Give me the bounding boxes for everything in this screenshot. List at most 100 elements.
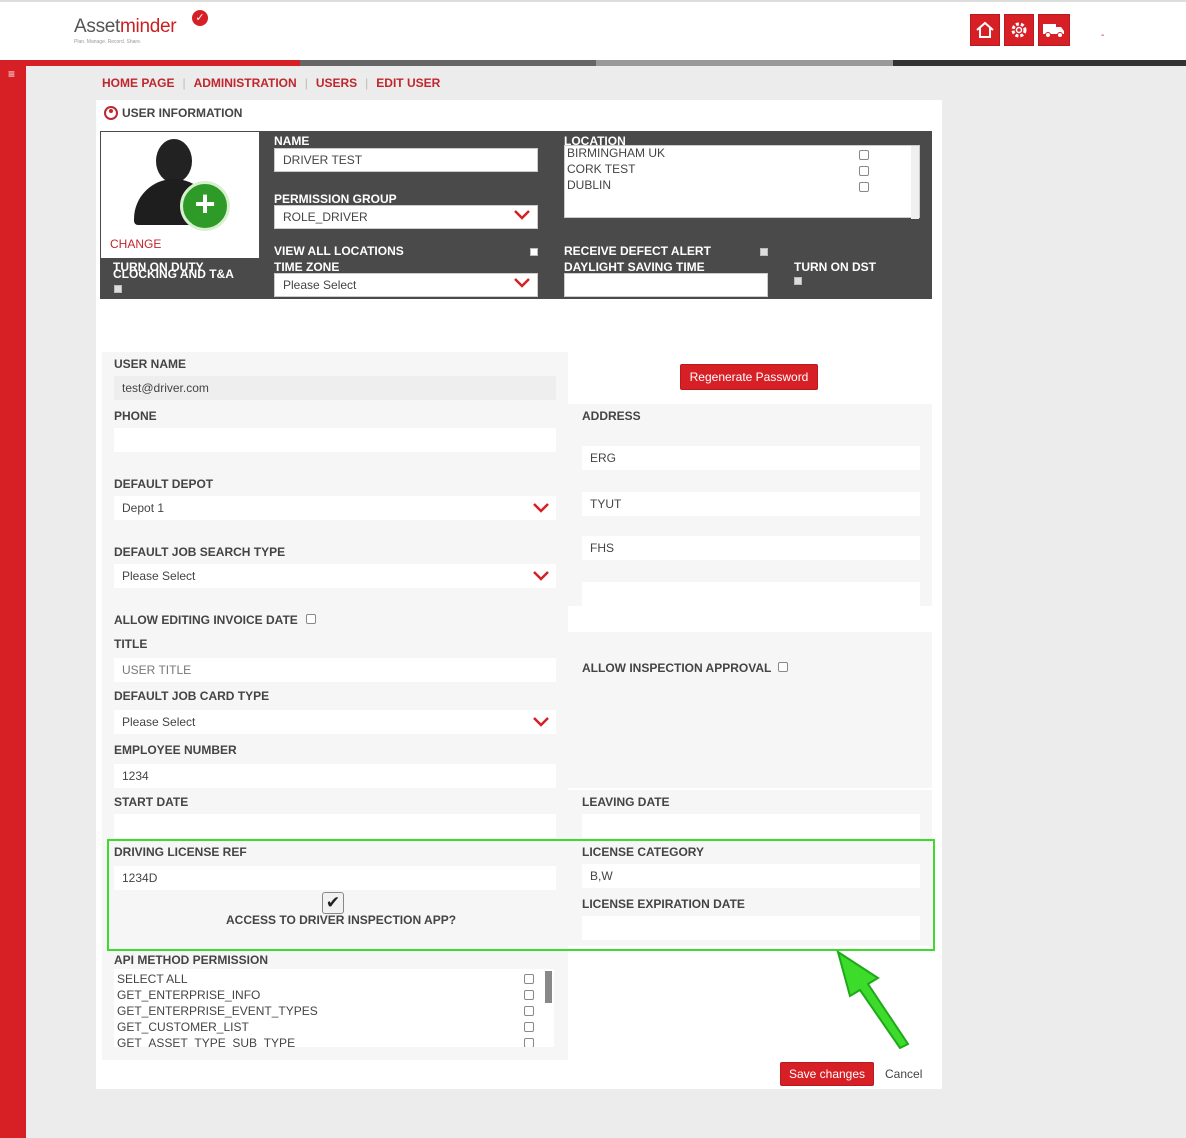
inspection-approval-section: [568, 632, 932, 788]
breadcrumb-administration[interactable]: ADMINISTRATION: [194, 76, 297, 90]
chevron-down-icon: [533, 503, 549, 513]
location-item: DUBLIN: [567, 178, 612, 192]
permission-group-select[interactable]: ROLE_DRIVER: [274, 205, 538, 229]
api-item-checkbox[interactable]: [524, 974, 534, 984]
location-checkbox[interactable]: [859, 182, 869, 192]
api-permission-list[interactable]: SELECT ALL GET_ENTERPRISE_INFO GET_ENTER…: [114, 969, 554, 1047]
change-photo-link[interactable]: CHANGE: [110, 237, 161, 251]
api-item-checkbox[interactable]: [524, 1038, 534, 1047]
start-date-field[interactable]: [114, 814, 556, 838]
turn-on-dst-label: TURN ON DST: [794, 260, 876, 274]
title-field[interactable]: USER TITLE: [114, 658, 556, 682]
name-label: NAME: [274, 134, 310, 148]
allow-inspection-approval-label: ALLOW INSPECTION APPROVAL: [582, 661, 772, 675]
logo[interactable]: Assetminder ✓ Plan. Manage. Record. Shar…: [74, 10, 208, 45]
api-item-checkbox[interactable]: [524, 990, 534, 1000]
leaving-date-label: LEAVING DATE: [582, 795, 670, 809]
start-date-label: START DATE: [114, 795, 189, 809]
timezone-value: Please Select: [283, 278, 357, 292]
address-line-3[interactable]: FHS: [582, 536, 920, 560]
left-sidebar: [0, 66, 26, 1138]
api-item-checkbox[interactable]: [524, 1022, 534, 1032]
chevron-down-icon: [533, 571, 549, 581]
leaving-date-field[interactable]: [582, 814, 920, 838]
api-item: GET_ASSET_TYPE_SUB_TYPE: [117, 1036, 296, 1047]
allow-inspection-approval-checkbox[interactable]: [778, 662, 788, 672]
job-search-type-label: DEFAULT JOB SEARCH TYPE: [114, 545, 286, 559]
truck-icon[interactable]: [1038, 14, 1070, 46]
api-list-scrollbar[interactable]: [545, 971, 552, 1003]
receive-defect-alert-checkbox[interactable]: [760, 248, 768, 256]
job-search-type-select[interactable]: Please Select: [114, 564, 556, 588]
default-depot-value: Depot 1: [122, 501, 165, 515]
logo-tagline: Plan. Manage. Record. Share.: [74, 39, 142, 45]
phone-label: PHONE: [114, 409, 157, 423]
api-item: GET_ENTERPRISE_EVENT_TYPES: [117, 1004, 318, 1018]
api-item-checkbox[interactable]: [524, 1006, 534, 1016]
allow-editing-invoice-date-checkbox[interactable]: [306, 614, 316, 624]
job-card-type-select[interactable]: Please Select: [114, 710, 556, 734]
user-header-form: + CHANGE TURN ON DUTY CLOCKING AND T&A N…: [100, 131, 932, 299]
view-all-locations-label: VIEW ALL LOCATIONS: [274, 244, 404, 258]
username-field[interactable]: test@driver.com: [114, 376, 556, 400]
permission-group-value: ROLE_DRIVER: [283, 210, 368, 224]
location-scrollbar[interactable]: [911, 146, 919, 219]
breadcrumb-users[interactable]: USERS: [316, 76, 357, 90]
address-line-2[interactable]: TYUT: [582, 492, 920, 516]
top-icon-group: [970, 14, 1070, 46]
location-item: BIRMINGHAM UK: [567, 146, 666, 160]
timezone-label: TIME ZONE: [274, 260, 340, 274]
check-icon: ✓: [192, 10, 208, 26]
highlight-box: [107, 839, 935, 951]
cancel-link[interactable]: Cancel: [885, 1067, 922, 1081]
panel-header: USER INFORMATION: [104, 106, 242, 120]
chevron-down-icon: [514, 278, 530, 288]
location-checkbox[interactable]: [859, 150, 869, 160]
save-changes-button[interactable]: Save changes: [780, 1062, 874, 1086]
name-input[interactable]: DRIVER TEST: [274, 148, 538, 172]
daylight-saving-time-label: DAYLIGHT SAVING TIME: [564, 260, 705, 274]
address-line-4[interactable]: [582, 582, 920, 606]
gear-icon[interactable]: [1004, 14, 1034, 46]
logo-text: Assetminder: [74, 16, 177, 37]
chevron-down-icon: [533, 717, 549, 727]
location-list[interactable]: BIRMINGHAM UK CORK TEST DUBLIN: [564, 145, 920, 219]
hamburger-icon[interactable]: ≡: [8, 68, 15, 80]
breadcrumb-separator: |: [365, 76, 369, 90]
address-line-1[interactable]: ERG: [582, 446, 920, 470]
breadcrumb-separator: |: [182, 76, 186, 90]
breadcrumb-home[interactable]: HOME PAGE: [102, 76, 174, 90]
default-depot-label: DEFAULT DEPOT: [114, 477, 214, 491]
daylight-saving-time-input[interactable]: [564, 273, 768, 297]
breadcrumb-edit-user[interactable]: EDIT USER: [376, 76, 440, 90]
api-item: SELECT ALL: [117, 972, 188, 986]
api-item: GET_ENTERPRISE_INFO: [117, 988, 261, 1002]
avatar-placeholder-icon[interactable]: +: [134, 139, 230, 231]
view-all-locations-checkbox[interactable]: [530, 248, 538, 256]
regenerate-password-button[interactable]: Regenerate Password: [680, 364, 818, 390]
clocking-checkbox[interactable]: [114, 285, 122, 293]
permission-group-label: PERMISSION GROUP: [274, 192, 397, 206]
chevron-down-icon: [514, 210, 530, 220]
phone-field[interactable]: [114, 428, 556, 452]
top-bar: Assetminder ✓ Plan. Manage. Record. Shar…: [0, 0, 1186, 60]
receive-defect-alert-label: RECEIVE DEFECT ALERT: [564, 244, 711, 258]
clocking-label: CLOCKING AND T&A: [113, 267, 234, 281]
home-icon[interactable]: [970, 14, 1000, 46]
location-item: CORK TEST: [567, 162, 636, 176]
job-card-type-value: Please Select: [122, 715, 196, 729]
employee-number-field[interactable]: 1234: [114, 764, 556, 788]
api-item: GET_CUSTOMER_LIST: [117, 1020, 249, 1034]
job-search-type-value: Please Select: [122, 569, 196, 583]
title-label: TITLE: [114, 637, 148, 651]
add-photo-icon[interactable]: +: [180, 181, 230, 231]
turn-on-dst-checkbox[interactable]: [794, 277, 802, 285]
timezone-select[interactable]: Please Select: [274, 273, 538, 297]
job-card-type-label: DEFAULT JOB CARD TYPE: [114, 689, 270, 703]
user-circle-icon: [104, 106, 118, 120]
location-checkbox[interactable]: [859, 166, 869, 176]
default-depot-select[interactable]: Depot 1: [114, 496, 556, 520]
panel-title: USER INFORMATION: [122, 106, 243, 120]
address-label: ADDRESS: [582, 409, 641, 423]
header-dash: -: [1101, 30, 1105, 41]
